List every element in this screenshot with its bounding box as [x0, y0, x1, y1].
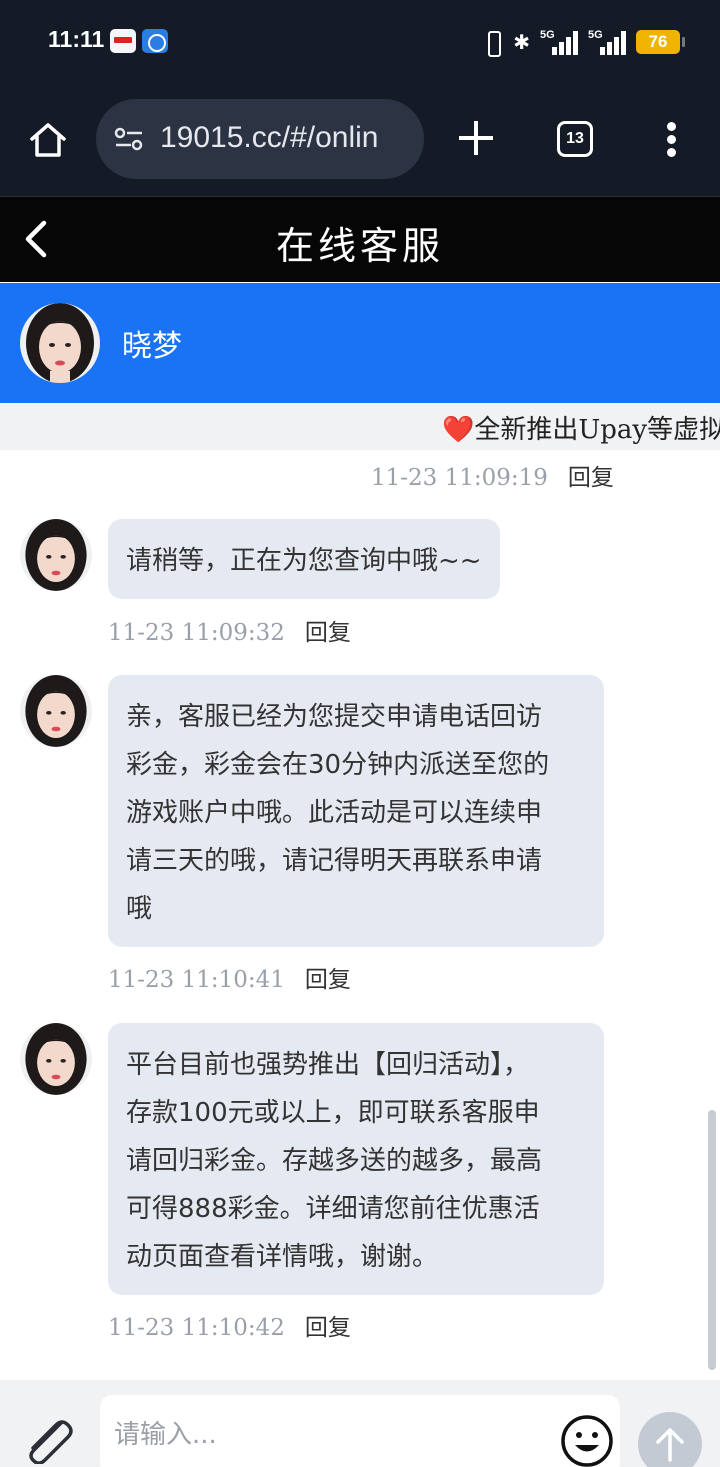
site-settings-icon[interactable]	[114, 126, 144, 152]
status-indicators: ✱ 5G 5G 76	[481, 28, 685, 57]
message-bubble: 请稍等，正在为您查询中哦~~	[108, 519, 500, 599]
avatar	[20, 303, 100, 383]
chat-scrollbar[interactable]	[708, 1110, 716, 1370]
plus-icon[interactable]	[456, 118, 496, 158]
message-timestamp: 11-23 11:10:41	[108, 967, 285, 993]
app-header: 在线客服	[0, 196, 720, 282]
agent-name: 晓梦	[122, 329, 182, 364]
address-bar[interactable]: 19015.cc/#/onlin	[96, 99, 424, 179]
message-meta: 11-23 11:09:19 回复	[371, 458, 614, 492]
message-meta: 11-23 11:10:42 回复	[108, 1308, 351, 1342]
avatar	[20, 519, 92, 591]
message-line: 请稍等，正在为您查询中哦~~	[126, 546, 482, 576]
message-line: 平台目前也强势推出【回归活动】，	[126, 1050, 530, 1080]
bluetooth-icon: ✱	[513, 30, 530, 54]
paperclip-icon[interactable]	[20, 1416, 76, 1465]
reply-button[interactable]: 回复	[568, 465, 614, 491]
message-line: 请三天的哦，请记得明天再联系申请	[126, 846, 543, 876]
reply-button[interactable]: 回复	[305, 620, 351, 646]
message-timestamp: 11-23 11:09:19	[371, 465, 548, 491]
url-text[interactable]: 19015.cc/#/onlin	[160, 121, 379, 155]
input-bar	[0, 1380, 720, 1467]
status-bar: 11:11 ✱ 5G 5G 76	[0, 0, 720, 84]
signal-icon: 5G	[540, 29, 578, 55]
battery-icon: 76	[636, 30, 685, 54]
avatar	[20, 1023, 92, 1095]
status-time: 11:11	[48, 26, 105, 52]
reply-button[interactable]: 回复	[305, 1315, 351, 1341]
agent-bar: 晓梦	[0, 283, 720, 403]
signal-label-2: 5G	[588, 29, 603, 41]
message-line: 请回归彩金。存越多送的越多，最高	[126, 1146, 543, 1176]
more-vertical-icon[interactable]	[660, 120, 684, 160]
message-bubble: 亲，客服已经为您提交申请电话回访 彩金，彩金会在30分钟内派送至您的 游戏账户中…	[108, 675, 604, 947]
signal-icon-2: 5G	[588, 29, 626, 55]
notification-app-icon	[110, 29, 136, 53]
message-meta: 11-23 11:09:32 回复	[108, 613, 351, 647]
notice-text: ❤️全新推出Upay等虚拟	[442, 409, 720, 446]
message-timestamp: 11-23 11:09:32	[108, 620, 285, 646]
page-title: 在线客服	[275, 224, 444, 268]
avatar	[20, 675, 92, 747]
message-input[interactable]	[100, 1395, 620, 1467]
reply-button[interactable]: 回复	[305, 967, 351, 993]
vibrate-icon	[481, 29, 503, 57]
send-button[interactable]	[638, 1412, 702, 1467]
home-icon[interactable]	[28, 120, 68, 160]
message-meta: 11-23 11:10:41 回复	[108, 960, 351, 994]
message-line: 哦	[126, 894, 153, 924]
message-line: 可得888彩金。详细请您前往优惠活	[126, 1194, 540, 1224]
notice-label: 全新推出Upay等虚拟	[474, 415, 720, 445]
notification-app-icon-2	[142, 29, 168, 53]
tabs-icon[interactable]: 13	[557, 121, 593, 157]
browser-chrome: 11:11 ✱ 5G 5G 76 19015.cc/#/onlin 13	[0, 0, 720, 196]
message-timestamp: 11-23 11:10:42	[108, 1315, 285, 1341]
message-line: 动页面查看详情哦，谢谢。	[126, 1242, 439, 1272]
signal-label: 5G	[540, 29, 555, 41]
chat-list: 11-23 11:09:19 回复 请稍等，正在为您查询中哦~~ 11-23 11…	[0, 450, 720, 1380]
message-line: 存款100元或以上，即可联系客服申	[126, 1098, 540, 1128]
message-line: 彩金，彩金会在30分钟内派送至您的	[126, 750, 550, 780]
smiley-icon[interactable]	[560, 1414, 614, 1467]
heart-icon: ❤️	[442, 415, 475, 445]
message-bubble: 平台目前也强势推出【回归活动】， 存款100元或以上，即可联系客服申 请回归彩金…	[108, 1023, 604, 1295]
message-line: 游戏账户中哦。此活动是可以连续申	[126, 798, 543, 828]
send-arrow-icon	[656, 1428, 684, 1462]
notice-marquee: ❤️全新推出Upay等虚拟	[0, 403, 720, 450]
message-line: 亲，客服已经为您提交申请电话回访	[126, 702, 543, 732]
